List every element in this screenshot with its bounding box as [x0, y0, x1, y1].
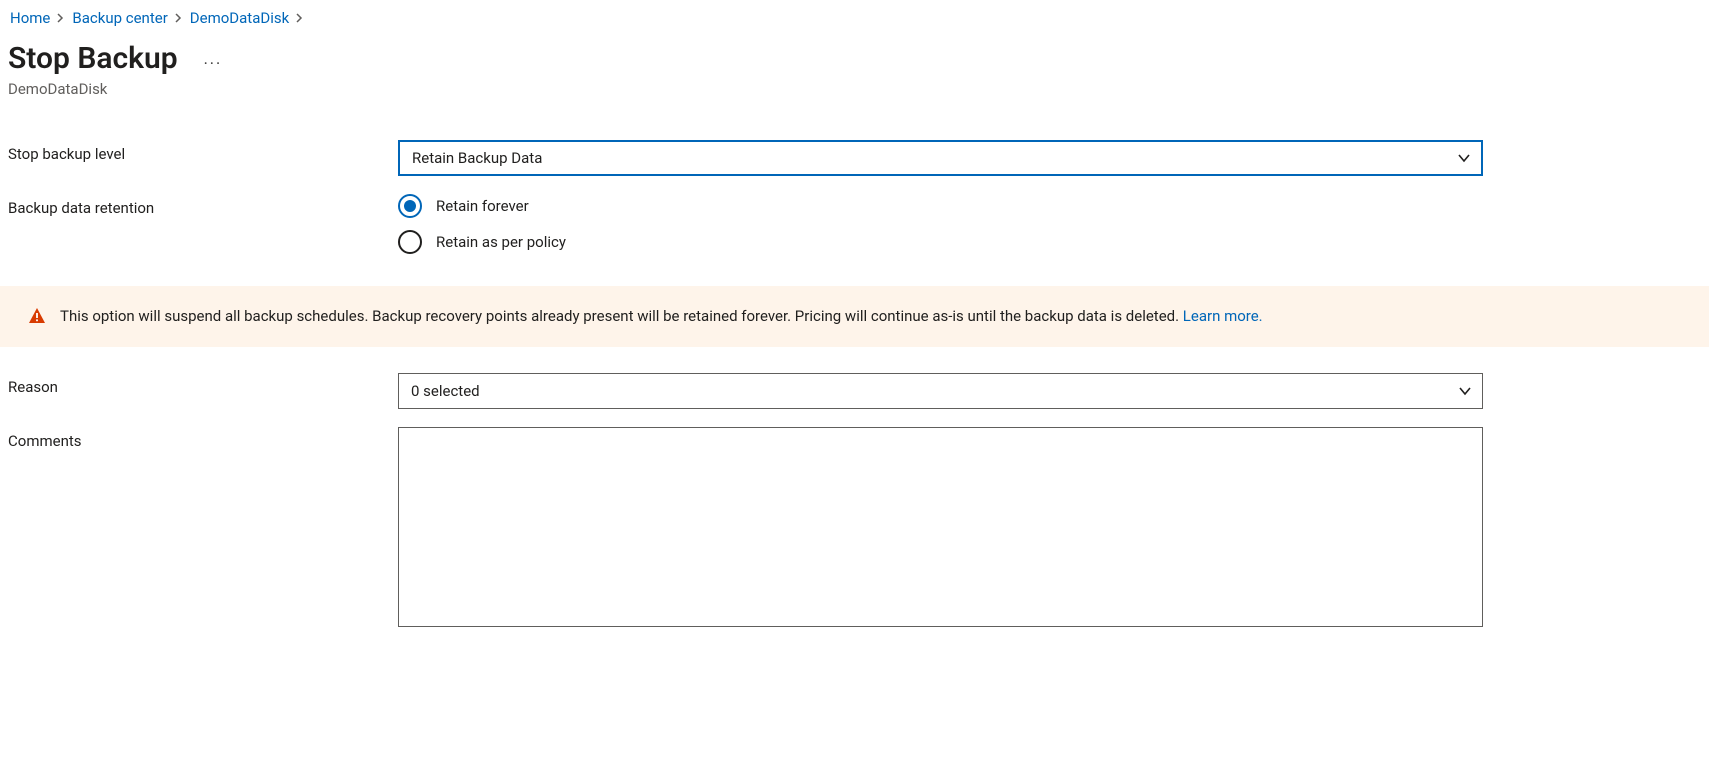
info-warning-bar: This option will suspend all backup sche… [0, 286, 1709, 347]
breadcrumb: Home Backup center DemoDataDisk [8, 8, 1701, 27]
warning-icon [28, 307, 46, 325]
page-header: Stop Backup ··· [8, 41, 1701, 76]
chevron-right-icon [174, 8, 184, 27]
reason-label: Reason [8, 373, 398, 396]
reason-select[interactable]: 0 selected [398, 373, 1483, 409]
comments-label: Comments [8, 427, 398, 450]
stop-backup-level-value: Retain Backup Data [412, 149, 542, 167]
page-title: Stop Backup [8, 41, 178, 76]
chevron-right-icon [295, 8, 305, 27]
comments-textarea[interactable] [398, 427, 1483, 627]
retention-retain-policy[interactable]: Retain as per policy [398, 230, 1483, 254]
learn-more-link[interactable]: Learn more. [1183, 307, 1263, 325]
radio-icon [398, 230, 422, 254]
radio-label: Retain as per policy [436, 233, 566, 251]
chevron-down-icon [1458, 384, 1472, 398]
info-text: This option will suspend all backup sche… [60, 306, 1263, 327]
stop-backup-level-select[interactable]: Retain Backup Data [398, 140, 1483, 176]
chevron-down-icon [1457, 151, 1471, 165]
retention-radio-group: Retain forever Retain as per policy [398, 194, 1483, 254]
page-subtitle: DemoDataDisk [8, 80, 1701, 98]
breadcrumb-backup-center[interactable]: Backup center [72, 9, 167, 27]
chevron-right-icon [56, 8, 66, 27]
breadcrumb-home[interactable]: Home [10, 9, 50, 27]
stop-backup-form: Stop backup level Retain Backup Data Bac… [8, 140, 1701, 631]
retention-retain-forever[interactable]: Retain forever [398, 194, 1483, 218]
more-actions-button[interactable]: ··· [204, 44, 223, 73]
stop-backup-level-label: Stop backup level [8, 140, 398, 163]
radio-label: Retain forever [436, 197, 529, 215]
retention-label: Backup data retention [8, 194, 398, 217]
breadcrumb-demodatadisk[interactable]: DemoDataDisk [190, 9, 289, 27]
radio-icon [398, 194, 422, 218]
reason-value: 0 selected [411, 382, 480, 400]
